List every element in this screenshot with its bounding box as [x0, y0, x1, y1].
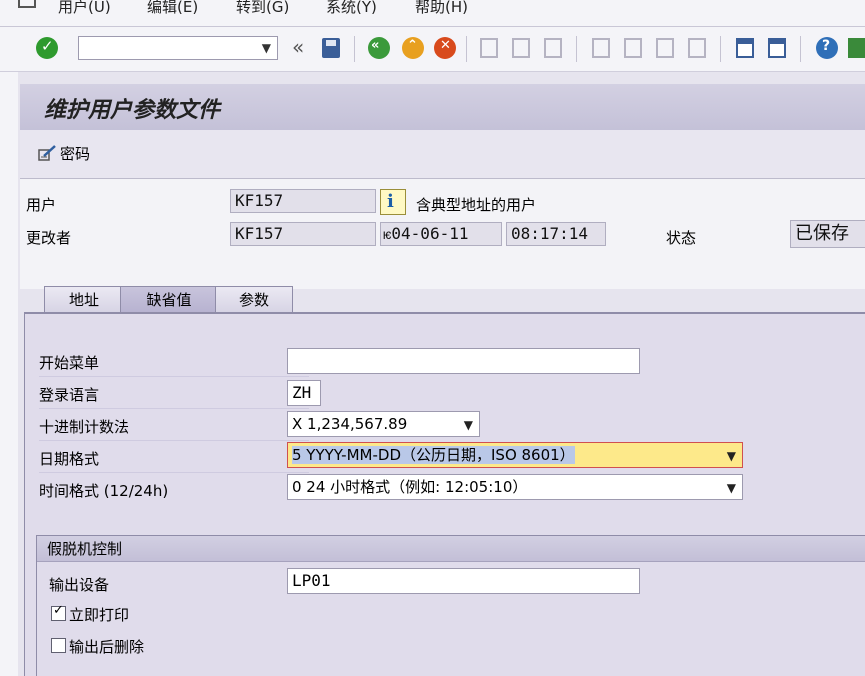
status-label: 状态: [666, 229, 697, 247]
previous-page-icon[interactable]: [624, 38, 642, 58]
time-format-select[interactable]: 0 24 小时格式（例如: 12:05:10） ▼: [287, 474, 743, 500]
info-icon: i: [387, 191, 394, 212]
print-immediately-label: 立即打印: [69, 606, 130, 624]
start-menu-label: 开始菜单: [39, 354, 100, 372]
edit-pencil-icon: [38, 144, 58, 162]
checkmark-icon: ✓: [53, 603, 64, 618]
back-icon[interactable]: «: [368, 37, 390, 59]
new-session-icon[interactable]: [736, 38, 754, 58]
find-icon[interactable]: [512, 38, 530, 58]
application-toolbar: 密码: [20, 130, 865, 179]
logon-language-input[interactable]: ZH: [287, 380, 321, 406]
command-dropdown-icon[interactable]: ▼: [262, 41, 271, 55]
changed-date-field: ѥ04-06-11: [380, 222, 502, 246]
collapse-icon[interactable]: «: [292, 35, 304, 59]
decimal-notation-label: 十进制计数法: [39, 418, 130, 436]
changed-by-field: KF157: [230, 222, 376, 246]
first-page-icon[interactable]: [592, 38, 610, 58]
user-label: 用户: [26, 196, 57, 214]
print-immediately-checkbox[interactable]: ✓: [51, 603, 66, 621]
left-margin: [0, 72, 18, 676]
changed-by-label: 更改者: [26, 229, 72, 247]
output-device-input[interactable]: LP01: [287, 568, 640, 594]
menu-edit[interactable]: 编辑(E): [147, 0, 198, 17]
help-icon[interactable]: ?: [816, 37, 838, 59]
status-field: 已保存: [790, 220, 865, 248]
page-title: 维护用户参数文件: [44, 97, 221, 123]
enter-check-icon[interactable]: ✓: [36, 37, 58, 59]
menu-help[interactable]: 帮助(H): [415, 0, 468, 17]
menu-system[interactable]: 系统(Y): [326, 0, 377, 17]
menu-goto[interactable]: 转到(G): [236, 0, 289, 17]
spool-control-group: 假脱机控制 输出设备 LP01 ✓ 立即打印 输出后删除: [36, 535, 865, 676]
tab-parameters[interactable]: 参数: [215, 286, 293, 313]
last-page-icon[interactable]: [688, 38, 706, 58]
chevron-down-icon[interactable]: ▼: [464, 413, 473, 436]
cancel-icon[interactable]: ✕: [434, 37, 456, 59]
date-format-value: 5 YYYY-MM-DD（公历日期，ISO 8601）: [292, 446, 575, 464]
exit-icon[interactable]: ⌃: [402, 37, 424, 59]
date-format-select[interactable]: 5 YYYY-MM-DD（公历日期，ISO 8601） ▼: [287, 442, 743, 468]
chevron-down-icon[interactable]: ▼: [727, 444, 736, 467]
user-field: KF157: [230, 189, 376, 213]
toolbar: ✓ ▼ « « ⌃ ✕ ?: [0, 27, 865, 72]
save-icon[interactable]: [322, 38, 340, 58]
menu-document-icon[interactable]: [18, 0, 36, 8]
output-device-label: 输出设备: [49, 576, 110, 594]
command-field[interactable]: ▼: [78, 36, 278, 60]
next-page-icon[interactable]: [656, 38, 674, 58]
menu-user[interactable]: 用户(U): [58, 0, 111, 17]
title-bar: 维护用户参数文件: [20, 84, 865, 130]
user-description: 含典型地址的用户: [416, 196, 537, 214]
group-title: 假脱机控制: [47, 540, 123, 558]
delete-after-output-label: 输出后删除: [69, 638, 145, 656]
date-format-label: 日期格式: [39, 450, 100, 468]
time-format-label: 时间格式 (12/24h): [39, 482, 169, 500]
time-format-value: 0 24 小时格式（例如: 12:05:10）: [292, 478, 528, 496]
tab-defaults[interactable]: 缺省值: [120, 286, 218, 313]
decimal-notation-select[interactable]: X 1,234,567.89 ▼: [287, 411, 480, 437]
tab-address[interactable]: 地址: [44, 286, 124, 313]
shortcut-icon[interactable]: [768, 38, 786, 58]
password-button[interactable]: 密码: [38, 142, 90, 164]
delete-after-output-checkbox[interactable]: [51, 638, 66, 653]
find-next-icon[interactable]: [544, 38, 562, 58]
print-icon[interactable]: [480, 38, 498, 58]
changed-time-field: 08:17:14: [506, 222, 606, 246]
layout-menu-icon[interactable]: [848, 38, 865, 58]
menu-bar: 用户(U) 编辑(E) 转到(G) 系统(Y) 帮助(H): [0, 0, 865, 27]
password-label: 密码: [60, 144, 91, 163]
info-button[interactable]: i: [380, 189, 406, 215]
group-header: 假脱机控制: [37, 536, 865, 562]
logon-language-label: 登录语言: [39, 386, 100, 404]
header-fields: 用户 KF157 i 含典型地址的用户 更改者 KF157 ѥ04-06-11 …: [20, 179, 865, 289]
chevron-down-icon[interactable]: ▼: [727, 476, 736, 499]
start-menu-input[interactable]: [287, 348, 640, 374]
decimal-notation-value: X 1,234,567.89: [292, 415, 408, 433]
